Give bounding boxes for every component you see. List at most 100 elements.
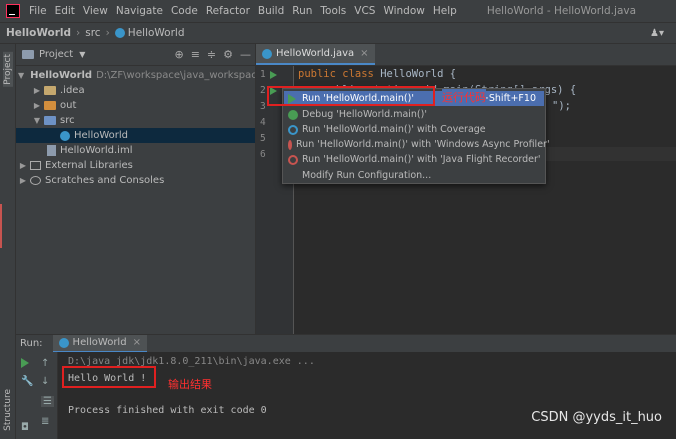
line-number: 3: [260, 101, 266, 112]
module-file-icon: [47, 145, 56, 156]
annotation-box-run: [267, 86, 435, 106]
down-arrow-icon[interactable]: ↓: [41, 376, 49, 387]
run-toolbar-secondary: ↑ ↓ ☰ ≣: [36, 352, 58, 439]
folder-icon: [44, 101, 56, 110]
rerun-icon[interactable]: [21, 358, 29, 368]
tree-item-label: Scratches and Consoles: [45, 175, 165, 186]
code-text: HelloWorld {: [380, 68, 457, 80]
menu-build[interactable]: Build: [254, 5, 288, 17]
project-side-tab[interactable]: Project: [3, 52, 13, 87]
bookmark-marker: [0, 204, 2, 248]
menu-help[interactable]: Help: [429, 5, 461, 17]
code-line-1: public class HelloWorld {: [298, 68, 456, 80]
tab-helloworld-java[interactable]: HelloWorld.java ×: [256, 44, 375, 65]
menu-modify-run-config[interactable]: Modify Run Configuration...: [284, 168, 544, 183]
breadcrumb-separator-icon: ›: [105, 27, 110, 39]
locate-icon[interactable]: ⊕: [174, 48, 183, 61]
breadcrumb-folder[interactable]: src: [85, 27, 100, 39]
tree-item-label: .idea: [60, 85, 85, 96]
tab-label: HelloWorld.java: [276, 48, 355, 59]
menu-view[interactable]: View: [79, 5, 112, 17]
gear-icon[interactable]: ⚙: [223, 48, 233, 61]
tree-item-path: D:\ZF\workspace\java_workspace\Je: [96, 70, 255, 81]
tree-item-external-libraries[interactable]: ▶ External Libraries: [16, 158, 255, 173]
close-icon[interactable]: ×: [133, 337, 141, 348]
folder-icon: [44, 86, 56, 95]
menu-run[interactable]: Run: [288, 5, 316, 17]
console-exit-line: Process finished with exit code 0: [68, 405, 267, 416]
line-number: 2: [260, 85, 266, 96]
collapse-all-icon[interactable]: ≡: [191, 48, 200, 61]
breadcrumb-separator-icon: ›: [76, 27, 81, 39]
watermark: CSDN @yyds_it_huo: [531, 410, 662, 425]
window-title: HelloWorld - HelloWorld.java: [486, 5, 637, 17]
tree-item-idea[interactable]: ▶ .idea: [16, 83, 255, 98]
run-gutter-icon[interactable]: [270, 71, 277, 79]
menu-run-async-profiler[interactable]: Run 'HelloWorld.main()' with 'Windows As…: [284, 137, 550, 152]
tree-item-helloworld-class[interactable]: HelloWorld: [16, 128, 255, 143]
menu-code[interactable]: Code: [167, 5, 202, 17]
breadcrumb-project[interactable]: HelloWorld: [6, 27, 71, 39]
menu-window[interactable]: Window: [379, 5, 428, 17]
soft-wrap-icon[interactable]: ☰: [41, 396, 54, 407]
line-number: 4: [260, 117, 266, 128]
menu-run-flight-recorder[interactable]: Run 'HelloWorld.main()' with 'Java Fligh…: [284, 152, 544, 167]
line-number: 1: [260, 69, 266, 80]
tree-item-label: HelloWorld: [74, 130, 129, 141]
hide-icon[interactable]: —: [240, 48, 251, 61]
run-tab-helloworld[interactable]: HelloWorld ×: [52, 334, 147, 353]
chevron-right-icon[interactable]: ▶: [32, 86, 42, 95]
java-class-icon: [60, 130, 70, 141]
menu-bar: File Edit View Navigate Code Refactor Bu…: [0, 0, 676, 22]
run-toolbar-primary: 🔧 ◘: [16, 352, 36, 439]
annotation-label-run: 运行代码: [442, 89, 486, 105]
tree-item-out[interactable]: ▶ out: [16, 98, 255, 113]
expand-all-icon[interactable]: ≑: [207, 48, 216, 61]
breadcrumb-file[interactable]: HelloWorld: [128, 27, 185, 39]
print-icon[interactable]: ≣: [41, 416, 49, 427]
tree-item-label: out: [60, 100, 77, 111]
close-icon[interactable]: ×: [360, 48, 368, 59]
menu-file[interactable]: File: [25, 5, 51, 17]
chevron-right-icon[interactable]: ▶: [18, 161, 28, 170]
menu-vcs[interactable]: VCS: [350, 5, 379, 17]
project-panel-title[interactable]: Project: [39, 49, 73, 60]
menu-debug-main[interactable]: Debug 'HelloWorld.main()': [284, 107, 544, 122]
chevron-down-icon[interactable]: ▼: [18, 71, 24, 80]
structure-side-tab[interactable]: Structure: [3, 389, 13, 431]
java-class-icon: [114, 28, 125, 38]
project-panel-header: Project ▼ ⊕ ≡ ≑ ⚙ —: [16, 44, 255, 66]
project-dropdown-icon[interactable]: ▼: [79, 50, 85, 59]
wrench-icon[interactable]: 🔧: [21, 376, 33, 387]
menu-navigate[interactable]: Navigate: [112, 5, 167, 17]
left-tool-strip: Project Structure: [0, 44, 16, 439]
camera-icon[interactable]: ◘: [21, 422, 29, 433]
tree-item-src[interactable]: ▼ src: [16, 113, 255, 128]
tree-item-project-root[interactable]: ▼ HelloWorld D:\ZF\workspace\java_worksp…: [16, 68, 255, 83]
menu-item-label: Run 'HelloWorld.main()' with 'Windows As…: [296, 139, 550, 150]
menu-item-label: Modify Run Configuration...: [302, 170, 432, 181]
up-arrow-icon[interactable]: ↑: [41, 358, 49, 369]
chevron-right-icon[interactable]: ▶: [32, 101, 42, 110]
tree-item-scratches[interactable]: ▶ Scratches and Consoles: [16, 173, 255, 188]
tree-item-iml[interactable]: HelloWorld.iml: [16, 143, 255, 158]
line-number: 5: [260, 133, 266, 144]
project-panel: Project ▼ ⊕ ≡ ≑ ⚙ — ▼ HelloWorld D:\ZF\w…: [16, 44, 256, 334]
chevron-right-icon[interactable]: ▶: [18, 176, 28, 185]
menu-edit[interactable]: Edit: [51, 5, 79, 17]
tree-item-label: HelloWorld.iml: [60, 145, 133, 156]
user-icon[interactable]: ♟▾: [650, 28, 664, 39]
scratches-icon: [30, 176, 41, 185]
java-class-icon: [262, 48, 272, 59]
code-line-3: ");: [552, 100, 571, 112]
debug-icon: [288, 109, 298, 120]
menu-tools[interactable]: Tools: [316, 5, 350, 17]
run-panel-header: Run: HelloWorld ×: [16, 334, 676, 353]
menu-refactor[interactable]: Refactor: [202, 5, 254, 17]
chevron-down-icon[interactable]: ▼: [32, 116, 42, 125]
menu-run-coverage[interactable]: Run 'HelloWorld.main()' with Coverage: [284, 122, 544, 137]
coverage-icon: [288, 124, 298, 135]
run-tab-label: HelloWorld: [72, 337, 127, 348]
project-view-icon: [22, 50, 34, 59]
tree-item-label: src: [60, 115, 75, 126]
